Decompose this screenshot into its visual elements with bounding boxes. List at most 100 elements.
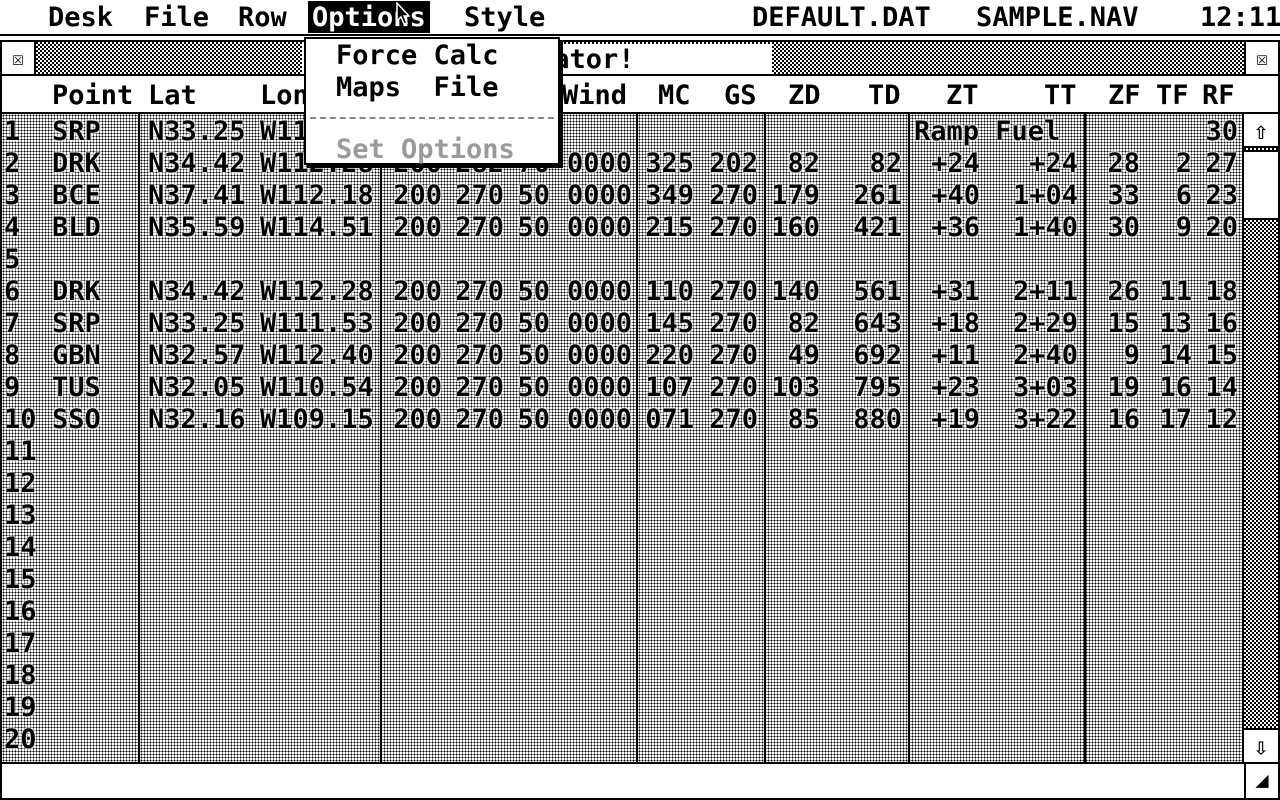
table-cell[interactable]: W112.28 [260, 276, 376, 308]
table-cell[interactable]: 11 [1152, 276, 1192, 308]
table-cell[interactable]: N34.42 [148, 148, 248, 180]
table-cell[interactable]: SSO [52, 404, 132, 436]
table-cell[interactable]: 0000 [562, 212, 632, 244]
table-cell[interactable]: 270 [706, 276, 758, 308]
table-cell[interactable]: +31 [922, 276, 980, 308]
table-cell[interactable]: 220 [642, 340, 694, 372]
table-cell[interactable]: TUS [52, 372, 132, 404]
table-cell[interactable]: +23 [922, 372, 980, 404]
table-cell[interactable]: 16 [1152, 372, 1192, 404]
table-cell[interactable]: 179 [768, 180, 820, 212]
table-cell[interactable]: 270 [706, 372, 758, 404]
table-cell[interactable]: 9 [1092, 340, 1140, 372]
table-row[interactable]: 13 [2, 500, 1242, 532]
table-cell[interactable]: 0000 [562, 276, 632, 308]
table-cell[interactable]: 27 [1198, 148, 1238, 180]
table-cell[interactable]: 140 [768, 276, 820, 308]
table-row[interactable]: 12 [2, 468, 1242, 500]
table-cell[interactable]: 200 [386, 372, 442, 404]
table-cell[interactable]: W112.18 [260, 180, 376, 212]
table-cell[interactable]: 349 [642, 180, 694, 212]
menu-item-maps-file[interactable]: Maps File [336, 73, 499, 103]
table-cell[interactable]: 107 [642, 372, 694, 404]
menu-style[interactable]: Style [460, 1, 549, 33]
table-cell[interactable]: 20 [1198, 212, 1238, 244]
table-cell[interactable]: N32.16 [148, 404, 248, 436]
table-cell[interactable]: 15 [1092, 308, 1140, 340]
table-cell[interactable]: N35.59 [148, 212, 248, 244]
table-cell[interactable]: BLD [52, 212, 132, 244]
table-cell[interactable]: 200 [386, 180, 442, 212]
table-row[interactable]: 10 SSO N32.16 W109.15 200 270 50 0000 071 270 85 88… [2, 404, 1242, 436]
table-cell[interactable]: SRP [52, 116, 132, 148]
table-cell[interactable]: W114.51 [260, 212, 376, 244]
table-cell[interactable]: 50 [510, 372, 550, 404]
table-cell[interactable]: 270 [448, 404, 504, 436]
table-row[interactable]: 14 [2, 532, 1242, 564]
menu-row[interactable]: Row [234, 1, 291, 33]
table-cell[interactable]: 270 [448, 308, 504, 340]
table-cell[interactable]: 1+04 [1002, 180, 1078, 212]
table-cell[interactable]: N34.42 [148, 276, 248, 308]
table-cell[interactable]: 6 [1152, 180, 1192, 212]
table-cell[interactable]: 692 [832, 340, 902, 372]
table-row[interactable]: 2DRKN34.42W112.282002827000003252028282+… [2, 148, 1242, 180]
table-cell[interactable]: 30 [1198, 116, 1238, 148]
table-cell[interactable]: N37.41 [148, 180, 248, 212]
table-cell[interactable]: +24 [1002, 148, 1078, 180]
table-cell[interactable]: 2 [1152, 148, 1192, 180]
table-cell[interactable]: +11 [922, 340, 980, 372]
table-row[interactable]: 20 [2, 724, 1242, 756]
fullsize-box-icon[interactable]: ☒ [1244, 42, 1278, 74]
table-cell[interactable]: 071 [642, 404, 694, 436]
table-cell[interactable]: 0000 [562, 308, 632, 340]
table-cell[interactable]: +24 [922, 148, 980, 180]
table-cell[interactable]: 82 [768, 148, 820, 180]
table-cell[interactable]: 325 [642, 148, 694, 180]
menu-file[interactable]: File [140, 1, 213, 33]
table-cell[interactable]: 200 [386, 308, 442, 340]
scroll-down-arrow-icon[interactable]: ⇩ [1244, 728, 1278, 762]
table-cell[interactable]: 270 [448, 276, 504, 308]
table-cell[interactable]: 17 [1152, 404, 1192, 436]
table-cell[interactable]: 200 [386, 212, 442, 244]
table-cell[interactable]: 85 [768, 404, 820, 436]
table-cell[interactable]: 421 [832, 212, 902, 244]
table-row[interactable]: 15 [2, 564, 1242, 596]
table-cell[interactable]: 0000 [562, 372, 632, 404]
table-cell[interactable]: 50 [510, 404, 550, 436]
table-cell[interactable]: 2+40 [1002, 340, 1078, 372]
table-cell[interactable]: BCE [52, 180, 132, 212]
table-cell[interactable]: N33.25 [148, 308, 248, 340]
table-cell[interactable]: 16 [1092, 404, 1140, 436]
table-cell[interactable]: +36 [922, 212, 980, 244]
table-row[interactable]: 4 BLD N35.59 W114.51 200 270 50 0000 215 270 160 42… [2, 212, 1242, 244]
table-cell[interactable]: +19 [922, 404, 980, 436]
table-row[interactable]: 9 TUS N32.05 W110.54 200 270 50 0000 107 270 103 79… [2, 372, 1242, 404]
table-cell[interactable]: 0000 [562, 340, 632, 372]
scroll-thumb[interactable] [1244, 150, 1278, 220]
table-cell[interactable]: 270 [706, 340, 758, 372]
table-row[interactable]: 19 [2, 692, 1242, 724]
menu-item-force-calc[interactable]: Force Calc [336, 41, 499, 71]
table-row[interactable]: 3 BCE N37.41 W112.18 200 270 50 0000 349 270 179 26… [2, 180, 1242, 212]
table-cell[interactable]: 2+29 [1002, 308, 1078, 340]
table-cell[interactable]: 3+22 [1002, 404, 1078, 436]
table-cell[interactable]: 0000 [562, 180, 632, 212]
table-cell[interactable]: 16 [1198, 308, 1238, 340]
table-cell[interactable]: 33 [1092, 180, 1140, 212]
table-cell[interactable]: 82 [768, 308, 820, 340]
table-cell[interactable]: 200 [386, 340, 442, 372]
table-cell[interactable]: 2+11 [1002, 276, 1078, 308]
table-cell[interactable]: 110 [642, 276, 694, 308]
table-cell[interactable]: 270 [706, 404, 758, 436]
table-cell[interactable]: W110.54 [260, 372, 376, 404]
window-titlebar[interactable]: ☒ e Navigator! ☒ [2, 42, 1278, 76]
table-cell[interactable]: 270 [448, 180, 504, 212]
table-cell[interactable]: 0000 [562, 404, 632, 436]
table-cell[interactable]: 14 [1152, 340, 1192, 372]
table-cell[interactable]: 50 [510, 308, 550, 340]
table-row[interactable]: 18 [2, 660, 1242, 692]
table-row[interactable]: 6 DRK N34.42 W112.28 200 270 50 0000 110 270 140 56… [2, 276, 1242, 308]
table-row[interactable]: 11 [2, 436, 1242, 468]
